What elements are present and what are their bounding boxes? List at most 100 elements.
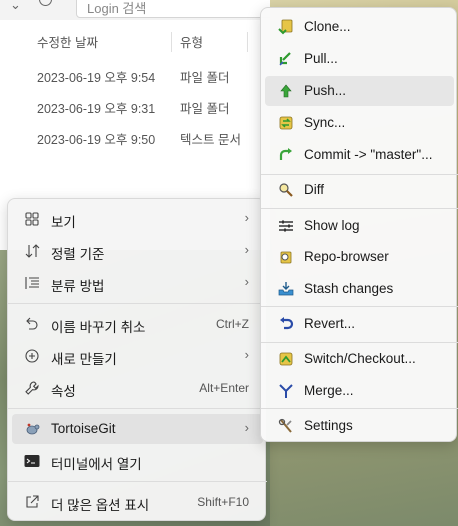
menu-item-group-by[interactable]: 분류 방법 ›: [12, 268, 263, 298]
menu-item-label: 이름 바꾸기 취소: [51, 320, 146, 335]
submenu-item-label: Switch/Checkout...: [304, 351, 416, 366]
file-type: 텍스트 문서: [180, 133, 241, 147]
sort-icon: [24, 243, 40, 259]
submenu-item-stash-changes[interactable]: Stash changes: [265, 274, 454, 304]
menu-separator: [261, 208, 458, 209]
stash-icon: [277, 280, 295, 298]
submenu-item-label: Sync...: [304, 115, 346, 130]
clone-icon: [277, 18, 295, 36]
submenu-item-push[interactable]: Push...: [265, 76, 454, 106]
submenu-item-sync[interactable]: Sync...: [265, 108, 454, 138]
chevron-right-icon: ›: [244, 420, 249, 435]
submenu-item-merge[interactable]: Merge...: [265, 376, 454, 406]
file-type: 파일 폴더: [180, 102, 230, 116]
menu-separator: [8, 303, 267, 304]
table-row[interactable]: 2023-06-19 오후 9:54 파일 폴더: [37, 67, 277, 87]
submenu-item-label: Repo-browser: [304, 249, 389, 264]
revert-icon: [277, 315, 295, 333]
switch-icon: [277, 350, 295, 368]
file-date: 2023-06-19 오후 9:54: [37, 71, 156, 85]
submenu-item-label: Diff: [304, 182, 325, 197]
undo-icon: [24, 316, 40, 332]
submenu-item-label: Revert...: [304, 316, 356, 331]
menu-item-label: 속성: [51, 384, 76, 399]
tortoisegit-submenu: Clone... Pull... Push... Sync... Commit …: [260, 7, 458, 442]
submenu-item-diff[interactable]: Diff: [265, 175, 454, 205]
menu-item-open-in-terminal[interactable]: 터미널에서 열기: [12, 446, 263, 476]
file-type: 파일 폴더: [180, 71, 230, 85]
submenu-item-label: Clone...: [304, 19, 351, 34]
tortoisegit-icon: [24, 421, 40, 437]
submenu-item-label: Merge...: [304, 383, 354, 398]
shortcut-label: Shift+F10: [197, 495, 249, 509]
group-by-icon: [24, 275, 40, 291]
menu-item-label: TortoiseGit: [51, 421, 116, 436]
diff-icon: [277, 181, 295, 199]
table-row[interactable]: 2023-06-19 오후 9:50 텍스트 문서: [37, 129, 277, 149]
grid-view-icon: [24, 211, 40, 227]
submenu-item-pull[interactable]: Pull...: [265, 44, 454, 74]
share-icon: [24, 494, 40, 510]
menu-separator: [261, 306, 458, 307]
terminal-icon: [24, 453, 40, 469]
menu-item-show-more-options[interactable]: 더 많은 옵션 표시 Shift+F10: [12, 487, 263, 517]
menu-item-label: 더 많은 옵션 표시: [51, 498, 150, 513]
wrench-icon: [24, 380, 40, 396]
chevron-right-icon: ›: [244, 347, 249, 362]
context-menu: 보기 › 정렬 기준 › 분류 방법 › 이름 바꾸기 취소 Ctrl+Z 새로…: [7, 198, 267, 521]
new-icon: [24, 348, 40, 364]
chevron-right-icon: ›: [244, 242, 249, 257]
submenu-item-label: Push...: [304, 83, 347, 98]
search-input[interactable]: Login 검색: [76, 0, 276, 18]
settings-icon: [277, 417, 295, 435]
menu-separator: [261, 342, 458, 343]
submenu-item-repo-browser[interactable]: Repo-browser: [265, 242, 454, 272]
shortcut-label: Alt+Enter: [199, 381, 249, 395]
repo-browser-icon: [277, 248, 295, 266]
submenu-item-label: Commit -> "master"...: [304, 147, 433, 162]
push-icon: [277, 82, 295, 100]
commit-icon: [277, 146, 295, 164]
shortcut-label: Ctrl+Z: [216, 317, 249, 331]
menu-item-new[interactable]: 새로 만들기 ›: [12, 341, 263, 371]
menu-item-view[interactable]: 보기 ›: [12, 204, 263, 234]
submenu-item-show-log[interactable]: Show log: [265, 211, 454, 241]
submenu-item-switch-checkout[interactable]: Switch/Checkout...: [265, 344, 454, 374]
column-header-date[interactable]: 수정한 날짜: [37, 32, 98, 51]
menu-item-properties[interactable]: 속성 Alt+Enter: [12, 373, 263, 403]
submenu-item-label: Show log: [304, 218, 360, 233]
submenu-item-commit[interactable]: Commit -> "master"...: [265, 140, 454, 170]
file-date: 2023-06-19 오후 9:50: [37, 133, 156, 147]
chevron-right-icon: ›: [244, 210, 249, 225]
menu-separator: [8, 408, 267, 409]
menu-item-sort-by[interactable]: 정렬 기준 ›: [12, 236, 263, 266]
column-divider[interactable]: [247, 32, 248, 52]
menu-item-label: 터미널에서 열기: [51, 457, 142, 472]
sync-icon: [277, 114, 295, 132]
chevron-down-icon[interactable]: ⌄: [10, 0, 21, 13]
table-row[interactable]: 2023-06-19 오후 9:31 파일 폴더: [37, 98, 277, 118]
submenu-item-revert[interactable]: Revert...: [265, 309, 454, 339]
log-icon: [277, 217, 295, 235]
menu-item-tortoisegit[interactable]: TortoiseGit ›: [12, 414, 263, 444]
column-divider[interactable]: [171, 32, 172, 52]
chevron-right-icon: ›: [244, 274, 249, 289]
explorer-toolbar: ⌄ Login 검색: [0, 0, 276, 20]
submenu-item-label: Settings: [304, 418, 353, 433]
submenu-item-settings[interactable]: Settings: [265, 411, 454, 441]
menu-separator: [8, 481, 267, 482]
menu-separator: [261, 408, 458, 409]
submenu-item-label: Stash changes: [304, 281, 394, 296]
menu-item-undo-rename[interactable]: 이름 바꾸기 취소 Ctrl+Z: [12, 309, 263, 339]
pull-icon: [277, 50, 295, 68]
file-date: 2023-06-19 오후 9:31: [37, 102, 156, 116]
menu-item-label: 정렬 기준: [51, 247, 105, 262]
menu-item-label: 분류 방법: [51, 279, 105, 294]
menu-item-label: 보기: [51, 215, 76, 230]
menu-item-label: 새로 만들기: [51, 352, 117, 367]
submenu-item-clone[interactable]: Clone...: [265, 12, 454, 42]
refresh-icon[interactable]: [39, 0, 52, 6]
merge-icon: [277, 382, 295, 400]
column-header-type[interactable]: 유형: [180, 32, 203, 51]
submenu-item-label: Pull...: [304, 51, 338, 66]
